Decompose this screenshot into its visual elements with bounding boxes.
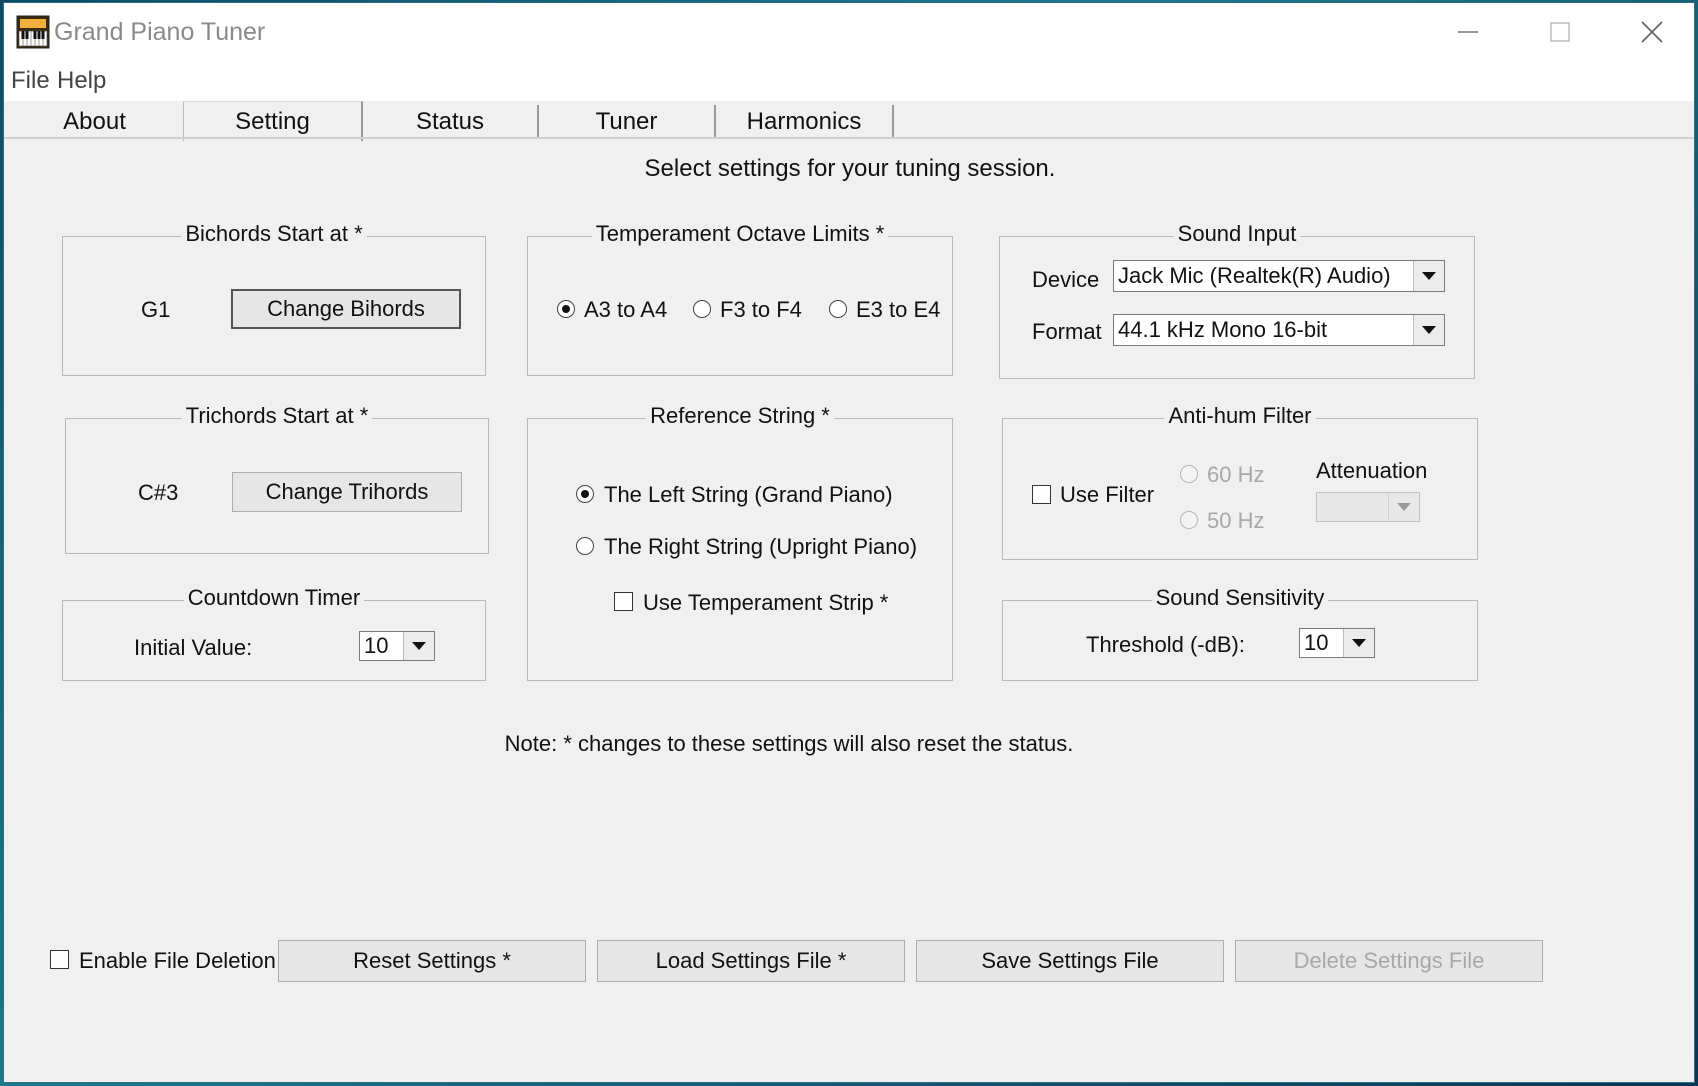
minimize-icon [1458,31,1478,33]
radio-e3-e4[interactable] [829,300,847,318]
close-icon [1641,21,1663,43]
radio-right-string-label: The Right String (Upright Piano) [604,534,918,559]
device-combo[interactable]: Jack Mic (Realtek(R) Audio) [1113,260,1445,292]
trichords-legend: Trichords Start at * [181,403,373,428]
delete-settings-button[interactable]: Delete Settings File [1235,940,1543,982]
antihum-legend: Anti-hum Filter [1164,403,1316,428]
tab-about[interactable]: About [6,105,183,139]
format-value: 44.1 kHz Mono 16-bit [1118,317,1328,342]
tab-status[interactable]: Status [363,105,539,139]
sound-input-group: Sound Input Device Jack Mic (Realtek(R) … [999,221,1475,379]
initial-value-value: 10 [364,633,389,658]
setting-panel: Select settings for your tuning session.… [4,139,1694,1084]
initial-value-label: Initial Value: [134,635,253,660]
radio-left-string-label: The Left String (Grand Piano) [604,482,893,507]
format-combo[interactable]: 44.1 kHz Mono 16-bit [1113,314,1445,346]
sensitivity-legend: Sound Sensitivity [1151,585,1329,610]
change-trihords-button[interactable]: Change Trihords [232,472,462,512]
title-bar: Grand Piano Tuner [4,3,1694,65]
reference-legend: Reference String * [646,403,834,428]
maximize-icon [1550,22,1570,42]
minimize-button[interactable] [1422,3,1514,61]
maximize-button[interactable] [1514,3,1606,61]
dropdown-arrow-icon[interactable] [1413,315,1444,345]
menu-help[interactable]: Help [57,67,106,95]
dropdown-arrow-icon[interactable] [1413,261,1444,291]
radio-left-string[interactable] [576,485,594,503]
load-settings-button[interactable]: Load Settings File * [597,940,905,982]
radio-right-string[interactable] [576,537,594,555]
temperament-legend: Temperament Octave Limits * [591,221,889,246]
temperament-group: Temperament Octave Limits * A3 to A4 F3 … [527,221,953,376]
sensitivity-group: Sound Sensitivity Threshold (-dB): 10 [1002,585,1478,681]
countdown-legend: Countdown Timer [183,585,365,610]
reference-string-group: Reference String * The Left String (Gran… [527,403,953,681]
temperament-strip-label: Use Temperament Strip * [643,590,889,615]
radio-a3-a4-label: A3 to A4 [584,297,668,322]
app-window: Grand Piano Tuner File Help About Settin… [3,2,1695,1083]
radio-f3-f4-label: F3 to F4 [720,297,802,322]
radio-f3-f4[interactable] [693,300,711,318]
sound-input-legend: Sound Input [1173,221,1301,246]
radio-a3-a4[interactable] [557,300,575,318]
initial-value-combo[interactable]: 10 [359,631,435,661]
dropdown-arrow-icon[interactable] [403,632,434,660]
enable-deletion-label: Enable File Deletion [79,948,276,973]
bichords-group: Bichords Start at * G1 Change Bihords [62,221,486,376]
tab-harmonics[interactable]: Harmonics [716,105,894,139]
radio-60hz[interactable] [1180,465,1198,483]
device-label: Device [1032,267,1100,292]
save-settings-button[interactable]: Save Settings File [916,940,1224,982]
menu-bar: File Help [4,65,1694,101]
page-title: Select settings for your tuning session. [644,155,1056,182]
reset-settings-button[interactable]: Reset Settings * [278,940,586,982]
attenuation-label: Attenuation [1316,458,1428,483]
attenuation-combo[interactable] [1316,492,1420,522]
threshold-combo[interactable]: 10 [1299,628,1375,658]
close-button[interactable] [1606,3,1698,61]
dropdown-arrow-icon[interactable] [1343,629,1374,657]
use-filter-checkbox[interactable] [1032,485,1051,504]
trichords-value: C#3 [138,480,179,505]
bichords-legend: Bichords Start at * [181,221,367,246]
use-filter-label: Use Filter [1060,482,1155,507]
piano-app-icon [16,15,50,49]
tab-bar: About Setting Status Tuner Harmonics [6,101,1694,141]
radio-60hz-label: 60 Hz [1207,462,1265,487]
temperament-strip-checkbox[interactable] [614,592,633,611]
change-bihords-button[interactable]: Change Bihords [231,289,461,329]
format-label: Format [1032,319,1102,344]
trichords-group: Trichords Start at * C#3 Change Trihords [65,403,489,554]
radio-50hz-label: 50 Hz [1207,508,1265,533]
enable-deletion-checkbox[interactable] [50,950,69,969]
tab-setting[interactable]: Setting [183,101,363,141]
device-value: Jack Mic (Realtek(R) Audio) [1118,263,1391,288]
menu-file[interactable]: File [11,67,50,95]
countdown-group: Countdown Timer Initial Value: 10 [62,585,486,681]
threshold-label: Threshold (-dB): [1086,632,1245,657]
bichords-value: G1 [141,297,171,322]
radio-e3-e4-label: E3 to E4 [856,297,941,322]
antihum-group: Anti-hum Filter Use Filter 60 Hz 50 Hz A… [1002,403,1478,560]
threshold-value: 10 [1304,630,1329,655]
window-title: Grand Piano Tuner [54,18,266,46]
tab-tuner[interactable]: Tuner [539,105,716,139]
reset-note: Note: * changes to these settings will a… [504,731,1074,756]
dropdown-arrow-icon[interactable] [1388,493,1419,521]
radio-50hz[interactable] [1180,511,1198,529]
